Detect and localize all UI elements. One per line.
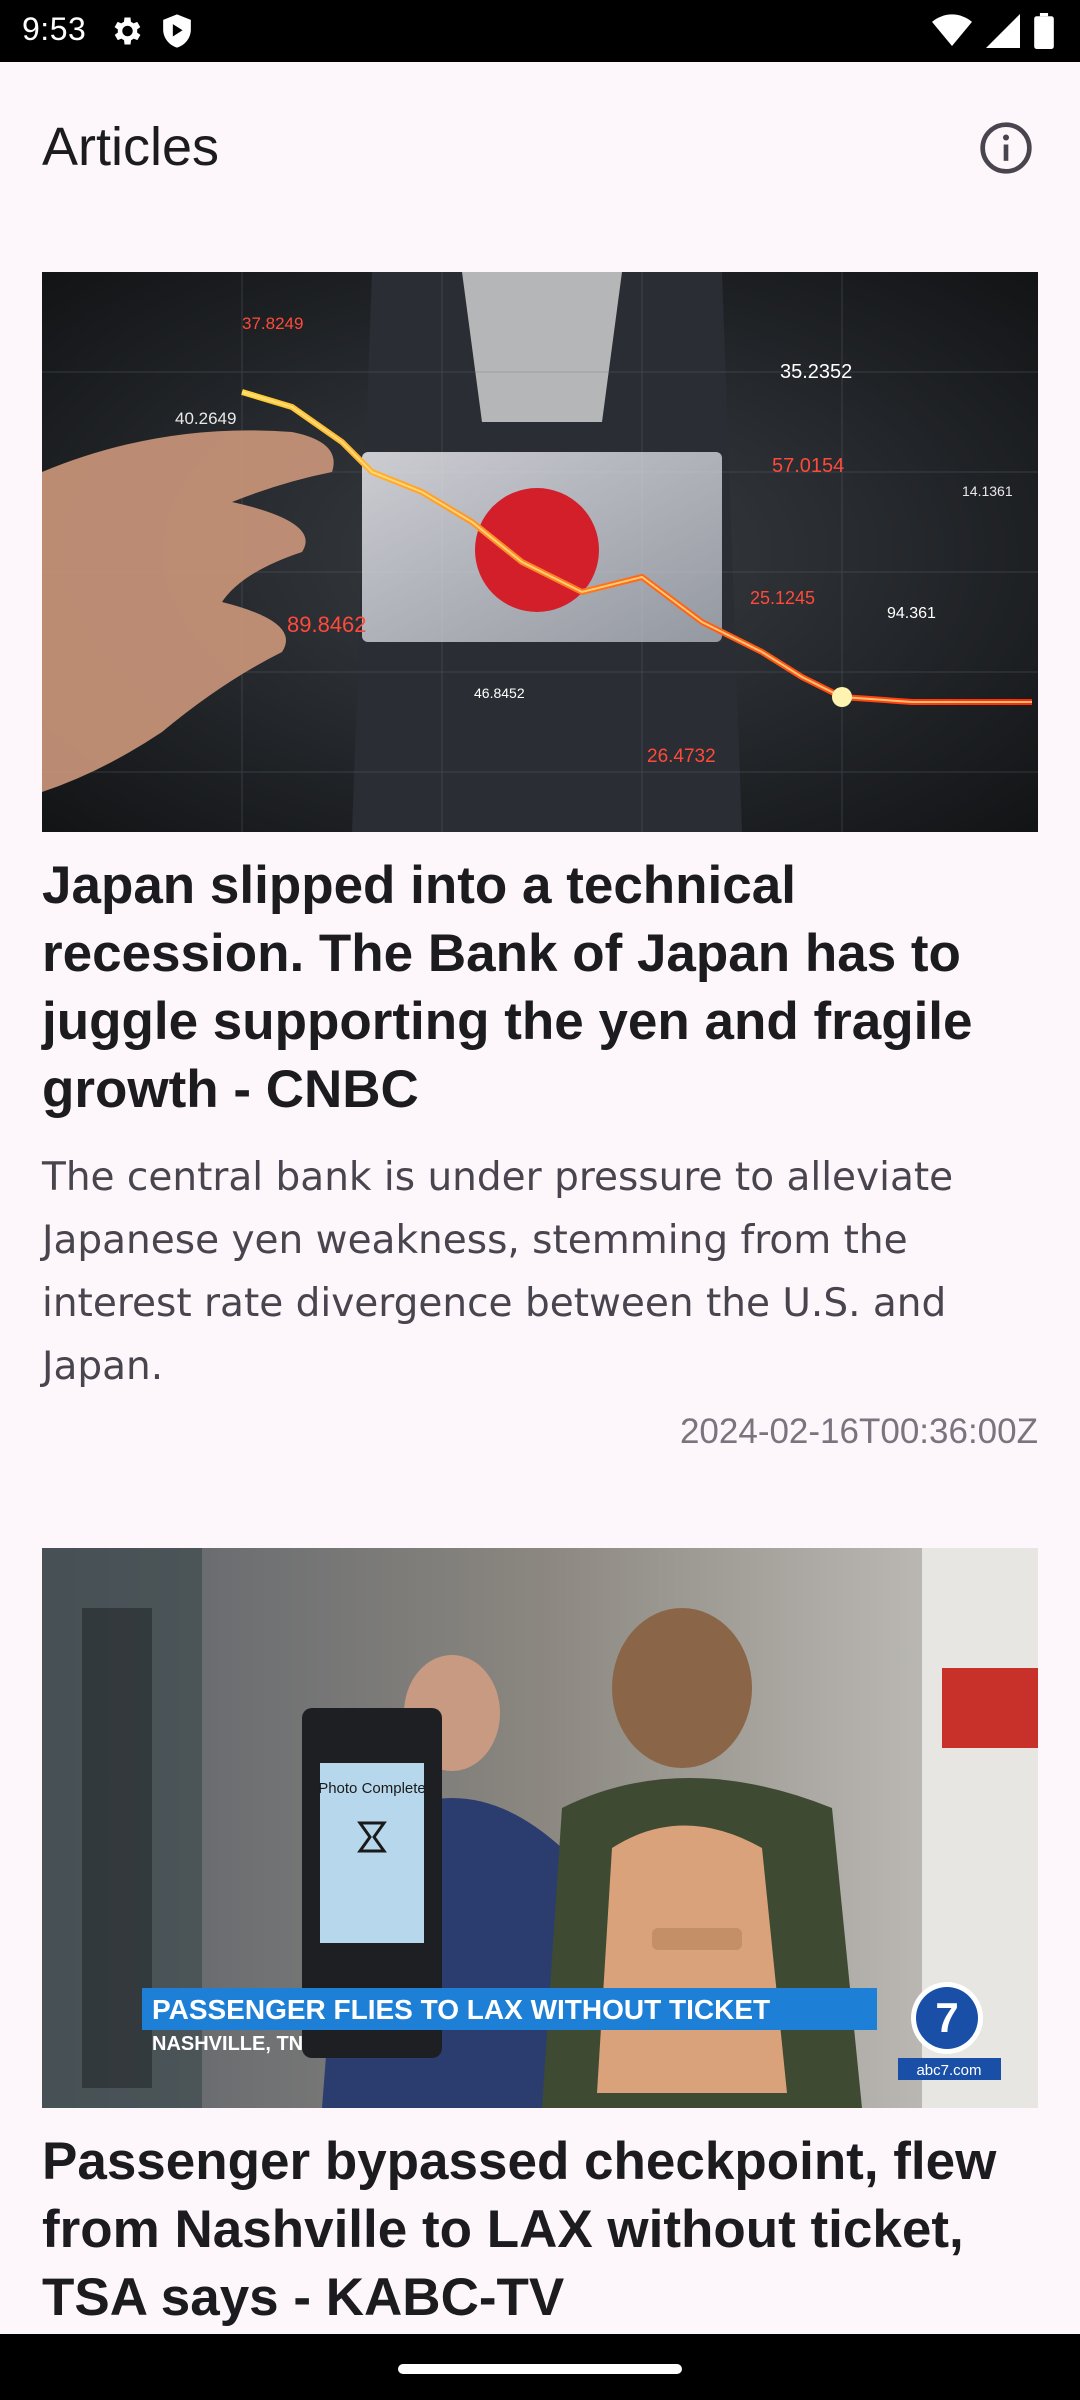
video-banner: PASSENGER FLIES TO LAX WITHOUT TICKET <box>152 1994 770 2025</box>
article-description: The central bank is under pressure to al… <box>42 1155 954 1389</box>
article-title: Passenger bypassed checkpoint, flew from… <box>42 2132 997 2327</box>
signal-icon <box>986 14 1020 53</box>
chart-label: 26.4732 <box>647 746 716 767</box>
chart-label: 14.1361 <box>962 483 1013 499</box>
info-icon <box>978 120 1034 181</box>
chart-label: 35.2352 <box>780 361 852 383</box>
article-thumbnail: Photo Complete PASSENGER FLIES TO LAX WI… <box>42 1548 1038 2108</box>
article-title: Japan slipped into a technical recession… <box>42 856 973 1119</box>
chart-label: 25.1245 <box>750 588 815 608</box>
status-time: 9:53 <box>22 11 87 47</box>
chart-label: 46.8452 <box>474 685 525 701</box>
status-bar: 9:53 <box>0 0 1080 62</box>
kiosk-title: Photo Complete <box>318 1780 426 1797</box>
article-date: 2024-02-16T00:36:00Z <box>679 1412 1038 1451</box>
chart-label: 57.0154 <box>772 455 844 477</box>
info-button[interactable] <box>974 118 1038 182</box>
svg-text:7: 7 <box>935 1994 958 2041</box>
article-card[interactable]: 37.8249 40.2649 89.8462 35.2352 57.0154 … <box>42 272 1038 1452</box>
chart-label: 40.2649 <box>175 409 236 428</box>
shield-icon <box>160 13 194 54</box>
chart-label: 37.8249 <box>242 314 303 333</box>
gesture-handle[interactable] <box>398 2364 682 2374</box>
brand-label: abc7.com <box>916 2062 981 2079</box>
video-location: NASHVILLE, TN <box>152 2033 303 2055</box>
battery-icon <box>1034 13 1054 54</box>
wifi-icon <box>932 14 972 53</box>
page-title: Articles <box>42 117 220 177</box>
chart-label: 89.8462 <box>287 612 367 637</box>
chart-label: 94.361 <box>887 605 936 622</box>
top-app-bar: Articles <box>0 62 1080 234</box>
navigation-bar <box>0 2334 1080 2400</box>
article-thumbnail: 37.8249 40.2649 89.8462 35.2352 57.0154 … <box>42 272 1038 832</box>
gear-icon <box>108 13 144 54</box>
article-card[interactable]: Photo Complete PASSENGER FLIES TO LAX WI… <box>42 1548 1038 2332</box>
